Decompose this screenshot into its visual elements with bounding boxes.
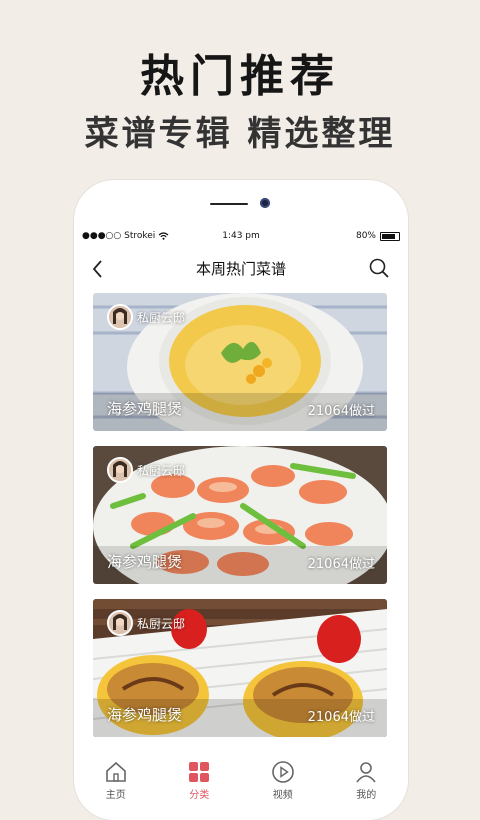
avatar [107, 610, 133, 636]
cooked-count: 21064做过 [307, 557, 375, 572]
battery-percent: 80% [355, 231, 376, 241]
tab-label: 主页 [105, 790, 126, 801]
recipe-title: 海参鸡腿煲 [107, 553, 183, 571]
phone-camera [260, 198, 270, 208]
author-name: 私厨云邸 [137, 617, 186, 631]
tab-video[interactable]: 视频 [241, 750, 325, 801]
avatar-image [109, 612, 131, 634]
recipe-title: 海参鸡腿煲 [107, 706, 183, 724]
status-time: 1:43 pm [222, 231, 260, 241]
tab-label: 分类 [189, 790, 210, 801]
tab-label: 视频 [272, 790, 293, 801]
phone-frame: ●●●○○ Strokei 1:43 pm 80% 本周热门菜谱 私厨云邸 海参… [74, 180, 408, 820]
category-grid-icon [189, 762, 210, 782]
promo-subline: 菜谱专辑 精选整理 [84, 114, 396, 154]
play-circle-icon [271, 761, 294, 783]
avatar [107, 304, 133, 330]
search-icon[interactable] [368, 257, 390, 279]
author-name: 私厨云邸 [137, 464, 186, 478]
author-name: 私厨云邸 [137, 311, 186, 325]
tab-label: 我的 [356, 790, 377, 801]
home-icon [105, 761, 126, 782]
battery-fill [382, 233, 395, 239]
recipe-card[interactable]: 私厨云邸 海参鸡腿煲 21064做过 [93, 293, 387, 431]
recipe-card[interactable]: 私厨云邸 海参鸡腿煲 21064做过 [93, 599, 387, 737]
nav-bar: 本周热门菜谱 [74, 254, 408, 284]
avatar-image [109, 459, 131, 481]
cooked-count: 21064做过 [307, 404, 375, 419]
recipe-card[interactable]: 私厨云邸 海参鸡腿煲 21064做过 [93, 446, 387, 584]
status-bar: ●●●○○ Strokei 1:43 pm 80% [82, 229, 400, 245]
tab-bar: 主页 分类 视频 我的 [74, 750, 409, 801]
avatar [107, 457, 133, 483]
tab-profile[interactable]: 我的 [325, 750, 409, 801]
page-title: 本周热门菜谱 [195, 260, 286, 278]
cooked-count: 21064做过 [307, 710, 375, 725]
avatar-image [109, 306, 131, 328]
phone-speaker [210, 203, 248, 205]
user-icon [356, 762, 376, 783]
promo-headline: 热门推荐 [140, 51, 340, 102]
tab-category[interactable]: 分类 [158, 750, 242, 801]
battery-icon [380, 231, 400, 241]
recipe-title: 海参鸡腿煲 [107, 400, 183, 418]
tab-home[interactable]: 主页 [74, 750, 158, 801]
